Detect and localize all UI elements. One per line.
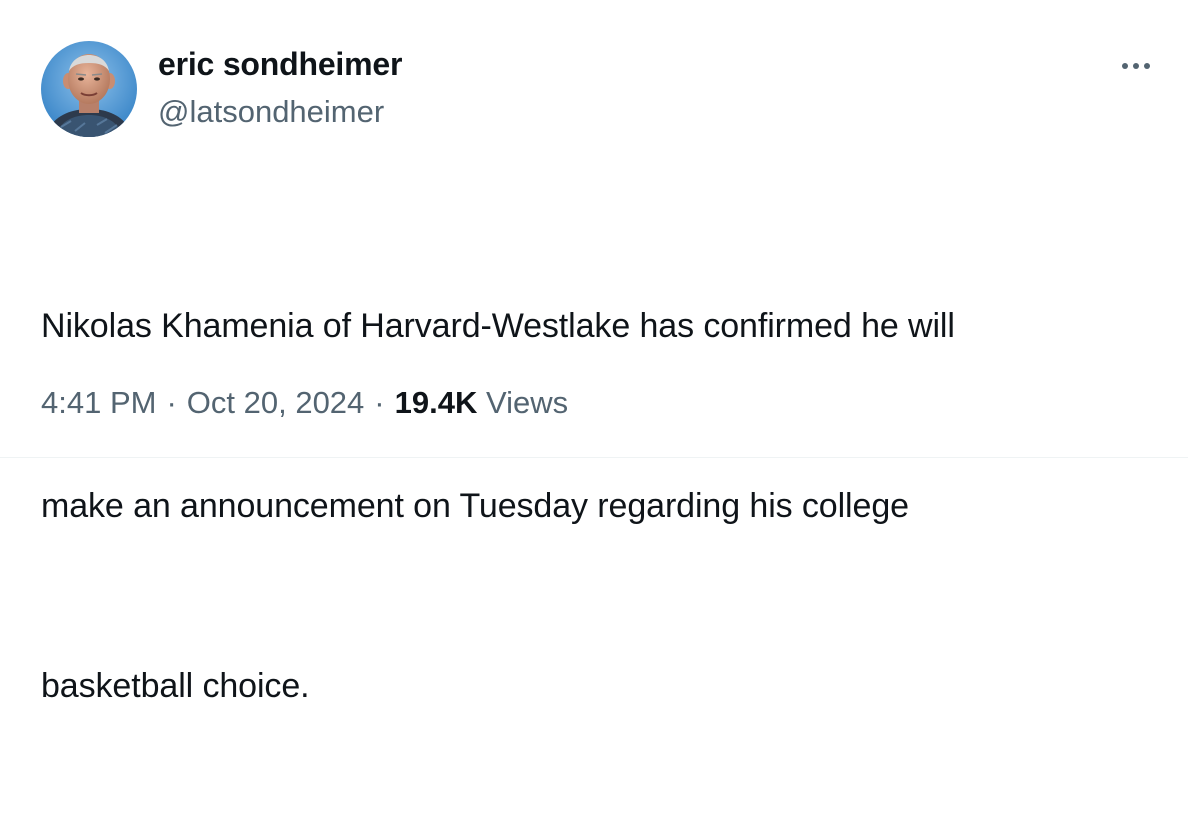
- more-options-button[interactable]: [1112, 48, 1160, 84]
- author-display-name[interactable]: eric sondheimer: [158, 44, 402, 84]
- author-handle[interactable]: @latsondheimer: [158, 92, 384, 132]
- tweet-text-line: Nikolas Khamenia of Harvard-Westlake has…: [41, 307, 955, 345]
- tweet-date[interactable]: Oct 20, 2024: [187, 385, 365, 420]
- more-horizontal-icon: [1144, 63, 1150, 69]
- more-horizontal-icon: [1133, 63, 1139, 69]
- views-label: Views: [485, 385, 569, 420]
- tweet-text: Nikolas Khamenia of Harvard-Westlake has…: [41, 176, 1161, 836]
- more-horizontal-icon: [1122, 63, 1128, 69]
- avatar[interactable]: [41, 41, 137, 137]
- tweet-text-line: make an announcement on Tuesday regardin…: [41, 487, 909, 525]
- tweet-metadata: 4:41 PM · Oct 20, 2024 · 19.4K Views: [41, 381, 568, 425]
- tweet-text-line: basketball choice.: [41, 667, 310, 705]
- avatar-image: [41, 41, 137, 137]
- tweet-time[interactable]: 4:41 PM: [41, 385, 156, 420]
- meta-separator: ·: [166, 385, 177, 420]
- meta-separator: ·: [374, 385, 385, 420]
- views-count: 19.4K: [394, 385, 478, 420]
- tweet-card: eric sondheimer @latsondheimer Nikolas K…: [0, 0, 1188, 705]
